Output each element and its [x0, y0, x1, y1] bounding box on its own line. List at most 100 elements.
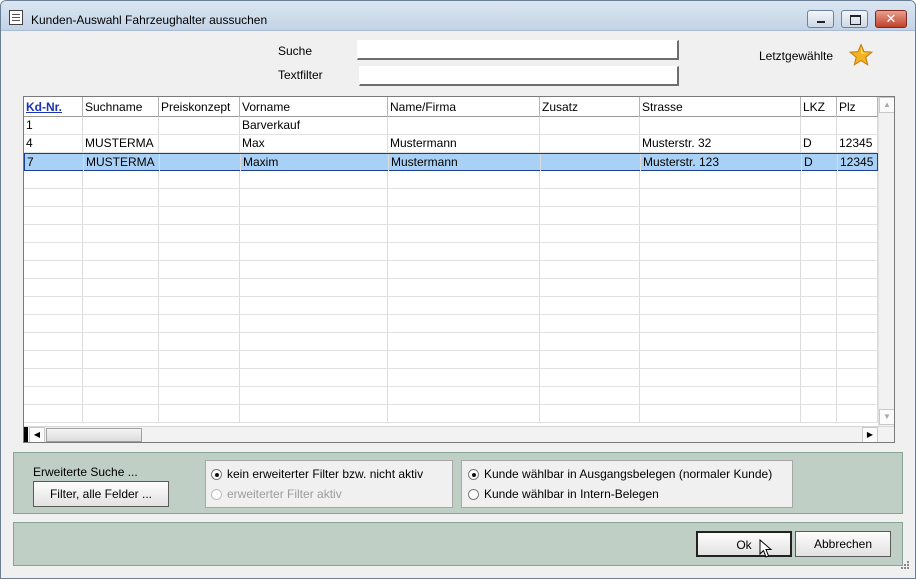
- empty-table-row[interactable]: [24, 315, 878, 333]
- table-cell: [388, 225, 540, 242]
- table-cell: [240, 333, 388, 350]
- scroll-up-icon[interactable]: ▲: [879, 97, 894, 113]
- app-icon: [9, 10, 23, 25]
- table-cell: [240, 297, 388, 314]
- table-cell: [160, 154, 241, 171]
- extended-search-label: Erweiterte Suche ...: [33, 465, 138, 479]
- table-cell: [240, 369, 388, 386]
- table-cell: [24, 387, 83, 404]
- table-cell: [83, 261, 159, 278]
- table-cell: [83, 405, 159, 422]
- table-cell: [801, 189, 837, 206]
- table-cell: 7: [25, 154, 84, 171]
- table-cell: [640, 207, 801, 224]
- vertical-scrollbar[interactable]: ▲ ▼: [878, 97, 894, 426]
- table-cell: [640, 297, 801, 314]
- column-header-preiskonzept[interactable]: Preiskonzept: [159, 97, 240, 117]
- table-cell: [83, 351, 159, 368]
- empty-table-row[interactable]: [24, 261, 878, 279]
- horizontal-scrollbar[interactable]: ◀ ▶: [24, 426, 894, 442]
- table-cell: [540, 297, 640, 314]
- column-header-zusatz[interactable]: Zusatz: [540, 97, 640, 117]
- minimize-button[interactable]: [807, 10, 834, 28]
- table-cell: [801, 117, 837, 134]
- empty-table-row[interactable]: [24, 369, 878, 387]
- column-header-kdnr[interactable]: Kd-Nr.: [24, 97, 83, 117]
- table-cell: [837, 207, 878, 224]
- table-cell: [388, 243, 540, 260]
- table-cell: [240, 207, 388, 224]
- empty-table-row[interactable]: [24, 225, 878, 243]
- title-bar[interactable]: Kunden-Auswahl Fahrzeughalter aussuchen …: [1, 1, 915, 31]
- table-cell: [388, 261, 540, 278]
- column-header-name-firma[interactable]: Name/Firma: [388, 97, 540, 117]
- mouse-cursor-icon: [759, 539, 773, 558]
- maximize-button[interactable]: [841, 10, 868, 28]
- table-cell: [388, 189, 540, 206]
- column-header-plz[interactable]: Plz: [837, 97, 878, 117]
- ok-button[interactable]: Ok: [696, 531, 792, 557]
- empty-table-row[interactable]: [24, 387, 878, 405]
- suche-label: Suche: [278, 44, 313, 58]
- empty-table-row[interactable]: [24, 351, 878, 369]
- column-header-lkz[interactable]: LKZ: [801, 97, 837, 117]
- table-cell: [837, 315, 878, 332]
- table-row[interactable]: 1 Barverkauf: [24, 117, 878, 135]
- scroll-left-icon[interactable]: ◀: [29, 427, 45, 442]
- table-row[interactable]: 4 MUSTERMA Max Mustermann Musterstr. 32 D 1234…: [24, 135, 878, 153]
- column-header-suchname[interactable]: Suchname: [83, 97, 159, 117]
- table-cell: MUSTERMA: [84, 154, 160, 171]
- table-cell: [83, 387, 159, 404]
- table-cell: [640, 171, 801, 188]
- empty-table-row[interactable]: [24, 279, 878, 297]
- table-cell: [640, 351, 801, 368]
- table-cell: [837, 261, 878, 278]
- table-cell: [240, 261, 388, 278]
- table-cell: [159, 297, 240, 314]
- column-header-vorname[interactable]: Vorname: [240, 97, 388, 117]
- table-cell: [640, 315, 801, 332]
- empty-table-row[interactable]: [24, 243, 878, 261]
- table-cell: [24, 279, 83, 296]
- filter-all-fields-button[interactable]: Filter, alle Felder ...: [33, 481, 169, 507]
- table-cell: [388, 315, 540, 332]
- table-cell: [837, 171, 878, 188]
- table-cell: [640, 405, 801, 422]
- empty-table-row[interactable]: [24, 207, 878, 225]
- close-button[interactable]: ✕: [875, 10, 907, 28]
- horizontal-scroll-thumb[interactable]: [46, 428, 142, 442]
- table-cell: [24, 369, 83, 386]
- textfilter-input[interactable]: [359, 66, 679, 86]
- table-cell: Mustermann: [389, 154, 541, 171]
- table-cell: 4: [24, 135, 83, 152]
- scroll-right-icon[interactable]: ▶: [862, 427, 878, 442]
- table-cell: [837, 405, 878, 422]
- empty-table-row[interactable]: [24, 405, 878, 423]
- table-cell: [801, 207, 837, 224]
- table-cell: [640, 225, 801, 242]
- resize-grip-icon[interactable]: [897, 559, 911, 573]
- table-cell: Musterstr. 32: [640, 135, 801, 152]
- customer-scope-group: Kunde wählbar in Ausgangsbelegen (normal…: [461, 460, 793, 508]
- cancel-button[interactable]: Abbrechen: [795, 531, 891, 557]
- table-cell: [24, 297, 83, 314]
- table-cell: [24, 225, 83, 242]
- empty-table-row[interactable]: [24, 333, 878, 351]
- table-cell: [388, 405, 540, 422]
- suche-input[interactable]: [357, 40, 679, 60]
- table-cell: [159, 405, 240, 422]
- table-cell: [159, 387, 240, 404]
- empty-table-row[interactable]: [24, 189, 878, 207]
- table-cell: [837, 351, 878, 368]
- table-cell: [159, 225, 240, 242]
- table-cell: [83, 243, 159, 260]
- table-cell: Max: [240, 135, 388, 152]
- empty-table-row[interactable]: [24, 171, 878, 189]
- star-icon[interactable]: [849, 43, 873, 67]
- table-cell: [540, 279, 640, 296]
- table-cell: [83, 189, 159, 206]
- scroll-down-icon[interactable]: ▼: [879, 409, 894, 425]
- empty-table-row[interactable]: [24, 297, 878, 315]
- column-header-strasse[interactable]: Strasse: [640, 97, 801, 117]
- table-row[interactable]: 7 MUSTERMA Maxim Mustermann Musterstr. 123 D 1…: [24, 153, 878, 171]
